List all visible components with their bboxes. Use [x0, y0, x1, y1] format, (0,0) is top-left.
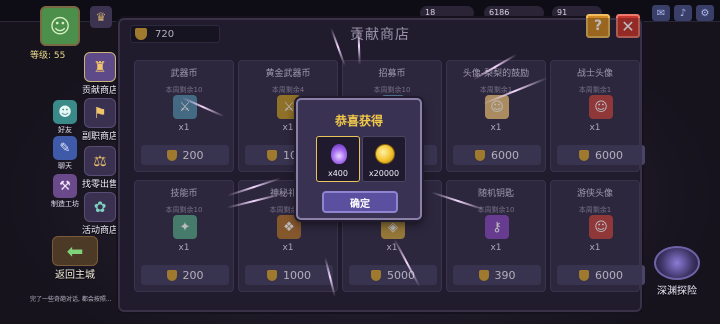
settings-icon[interactable]: ⚙	[696, 5, 714, 21]
chat-icon: ✎	[53, 136, 77, 160]
reward-item[interactable]: x400	[316, 136, 360, 182]
back-arrow-icon: ⬅	[52, 236, 98, 266]
avatar[interactable]: ☺	[40, 6, 80, 46]
nav-event-shop[interactable]: ✿ 活动商店	[80, 192, 120, 236]
friends-icon: ☻	[53, 100, 77, 124]
event-shop-icon: ✿	[84, 192, 116, 222]
bottom-tip-text: 完了一些奇葩对话, 都会按照...	[30, 296, 112, 303]
gold-coin-icon	[374, 143, 396, 165]
reward-quantity: x400	[327, 169, 348, 178]
mail-icon[interactable]: ✉	[652, 5, 670, 21]
nav-side-job-shop[interactable]: ⚑ 副职商店	[80, 98, 120, 142]
reward-item[interactable]: x20000	[362, 136, 406, 182]
confirm-button[interactable]: 确定	[322, 191, 398, 213]
workshop-icon: ⚒	[53, 174, 77, 198]
side-job-shop-icon: ⚑	[84, 98, 116, 128]
abyss-explore-button[interactable]: 深渊探险	[642, 246, 712, 297]
nav-contribution-shop[interactable]: ♜ 贡献商店	[80, 52, 120, 96]
back-to-city-button[interactable]: ⬅ 返回主城	[40, 236, 110, 281]
reward-quantity: x20000	[368, 169, 400, 178]
contribution-shop-icon: ♜	[84, 52, 116, 82]
reward-title: 恭喜获得	[334, 114, 383, 128]
guild-crest-icon[interactable]: ♛	[90, 6, 112, 28]
reward-dialog: 恭喜获得 x400 x20000 确定	[296, 98, 422, 220]
sell-icon: ⚖	[84, 146, 116, 176]
nav-sell[interactable]: ⚖ 找零出售	[80, 146, 120, 190]
portal-icon	[654, 246, 700, 280]
sound-icon[interactable]: ♪	[674, 5, 692, 21]
purple-flame-icon	[328, 143, 350, 165]
